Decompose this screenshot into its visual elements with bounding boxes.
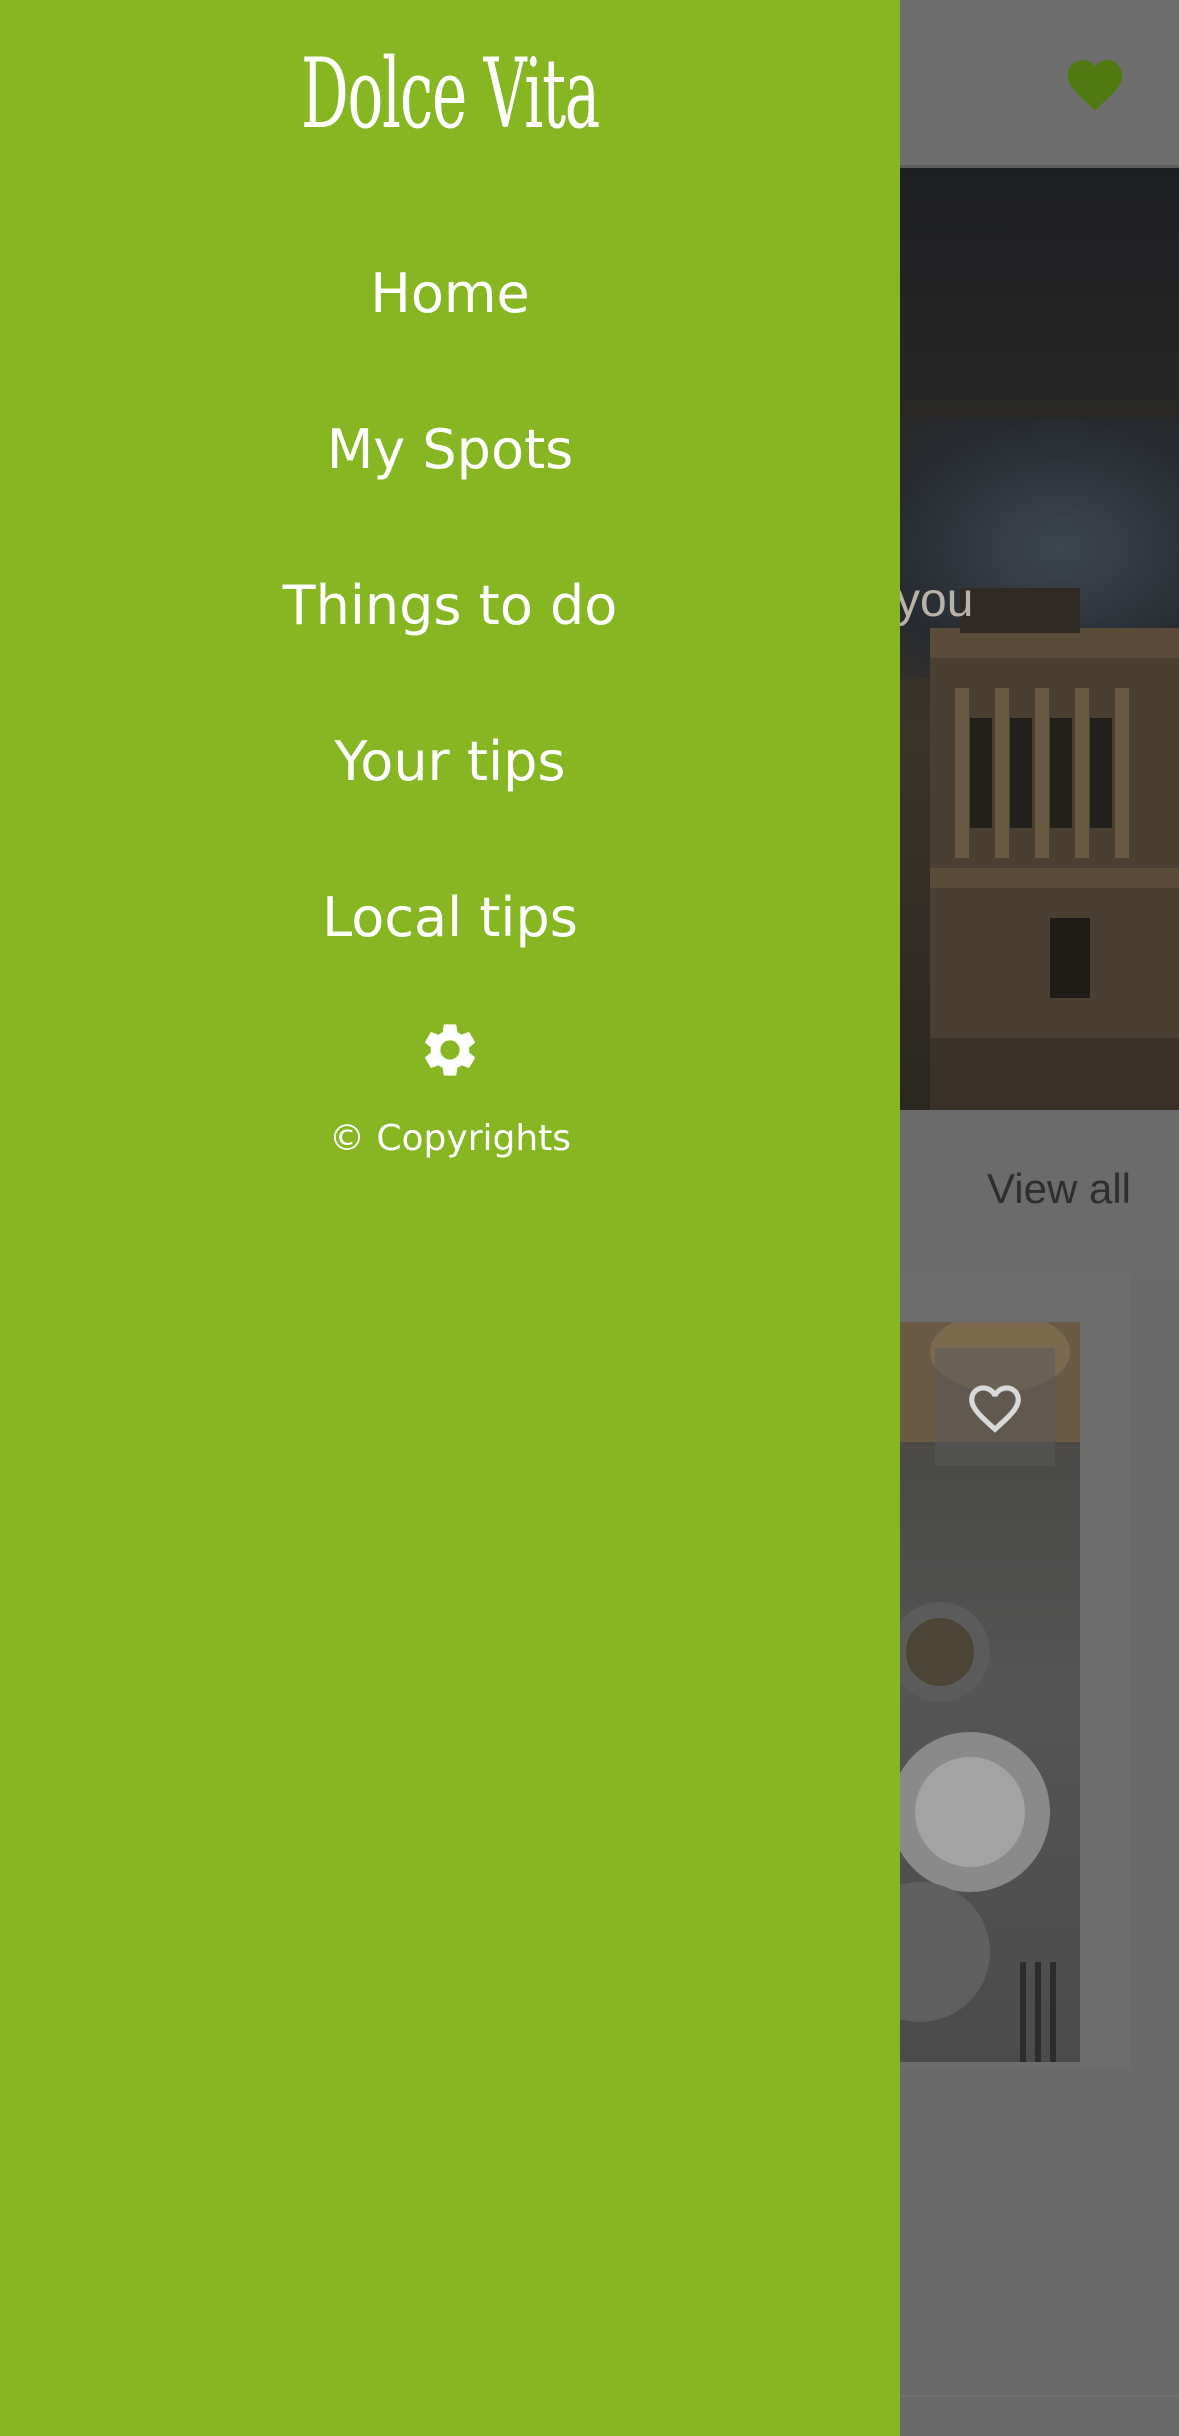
favorites-heart-icon[interactable] <box>1062 52 1128 112</box>
menu-item-local-tips[interactable]: Local tips <box>0 878 900 958</box>
navigation-drawer: Dolce Vita Home My Spots Things to do Yo… <box>0 0 900 2436</box>
hero-text-fragment: you <box>896 574 974 627</box>
menu-item-my-spots[interactable]: My Spots <box>0 410 900 490</box>
brand-logo-text: Dolce Vita <box>300 38 600 150</box>
menu-item-home[interactable]: Home <box>0 254 900 334</box>
view-all-link[interactable]: View all <box>987 1165 1131 1213</box>
menu-item-your-tips[interactable]: Your tips <box>0 722 900 802</box>
bottom-divider <box>880 2395 1179 2397</box>
gear-icon[interactable] <box>418 1018 482 1082</box>
copyright-text: © Copyrights <box>328 1118 572 1159</box>
card-favorite-heart-icon[interactable] <box>964 1377 1026 1435</box>
hero-building-illustration <box>930 588 1179 1110</box>
menu-item-things-to-do[interactable]: Things to do <box>0 566 900 646</box>
app-screen: you View all Dolce Vita Home My Spots Th… <box>0 0 1179 2436</box>
